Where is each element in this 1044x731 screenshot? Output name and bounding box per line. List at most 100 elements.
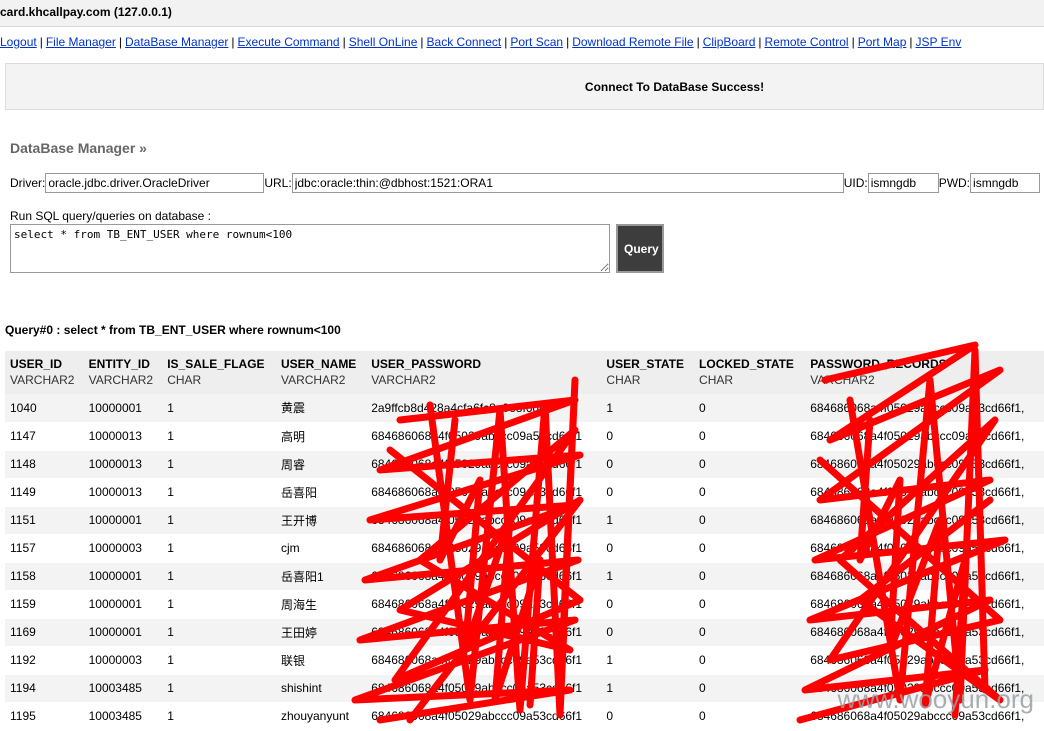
nav-link-jsp-env[interactable]: JSP Env xyxy=(916,35,962,49)
nav-link-port-map[interactable]: Port Map xyxy=(858,35,907,49)
table-cell: 684686068a4f05029abccc09a53cd66f1 xyxy=(366,506,602,535)
pwd-input[interactable] xyxy=(970,173,1041,193)
column-header: USER_NAME VARCHAR2 xyxy=(275,351,367,394)
nav-separator: | xyxy=(420,35,424,49)
table-cell: 684686068a4f05029abccc09a53cd66f1 xyxy=(366,702,602,731)
table-cell: 0 xyxy=(694,478,806,507)
table-cell: 10000013 xyxy=(83,422,163,451)
table-cell: 684686068a4f05029abccc09a53cd66f1, xyxy=(805,478,1044,507)
table-row: 1192 10000003 1 联银 684686068a4f05029abccc09a… xyxy=(5,646,1044,675)
table-cell: 1194 xyxy=(5,674,84,703)
table-cell: 1 xyxy=(601,646,695,675)
nav-separator: | xyxy=(504,35,508,49)
nav-link-port-scan[interactable]: Port Scan xyxy=(510,35,563,49)
nav-link-database-manager[interactable]: DataBase Manager xyxy=(125,35,228,49)
column-type: CHAR xyxy=(606,373,641,387)
nav-link-execute-command[interactable]: Execute Command xyxy=(238,35,340,49)
table-cell: 0 xyxy=(694,646,806,675)
table-cell: 684686068a4f05029abccc09a53cd66f1 xyxy=(366,590,602,619)
table-cell: 10000013 xyxy=(83,450,163,479)
table-cell: 684686068a4f05029abccc09a53cd66f1, xyxy=(805,646,1044,675)
table-cell: 高明 xyxy=(275,422,367,451)
table-cell: 1192 xyxy=(5,646,84,675)
uid-input[interactable] xyxy=(867,173,939,193)
query-result-title: Query#0 : select * from TB_ENT_USER wher… xyxy=(5,323,341,337)
table-cell: cjm xyxy=(275,534,367,563)
table-cell: 684686068a4f05029abccc09a53cd66f1 xyxy=(366,674,602,703)
table-cell: 684686068a4f05029abccc09a53cd66f1 xyxy=(366,422,602,451)
table-cell: zhouyanyunt xyxy=(275,702,367,731)
table-cell: 王田婷 xyxy=(275,618,367,647)
table-cell: 684686068a4f05029abccc09a53cd66f1 xyxy=(366,478,602,507)
table-header-row: USER_ID VARCHAR2 ENTITY_ID VARCHAR2 IS_SALE_… xyxy=(5,351,1044,394)
nav-separator: | xyxy=(758,35,762,49)
table-cell: 684686068a4f05029abccc09a53cd66f1, xyxy=(805,394,1044,423)
nav-separator: | xyxy=(342,35,346,49)
table-cell: 0 xyxy=(601,534,695,563)
table-cell: shishint xyxy=(275,674,367,703)
table-cell: 周海生 xyxy=(275,590,367,619)
nav-link-back-connect[interactable]: Back Connect xyxy=(427,35,502,49)
column-name: IS_SALE_FLAGE xyxy=(167,357,265,371)
table-cell: 1 xyxy=(162,478,276,507)
table-cell: 684686068a4f05029abccc09a53cd66f1, xyxy=(805,450,1044,479)
table-cell: 1 xyxy=(162,674,276,703)
nav-link-file-manager[interactable]: File Manager xyxy=(46,35,116,49)
column-type: VARCHAR2 xyxy=(88,373,154,387)
nav-link-shell-online[interactable]: Shell OnLine xyxy=(349,35,418,49)
table-row: 1157 10000003 1 cjm 684686068a4f05029abccc09… xyxy=(5,534,1044,563)
watermark: www.wooyun.org xyxy=(837,684,1034,714)
nav-link-remote-control[interactable]: Remote Control xyxy=(765,35,849,49)
table-cell: 岳喜阳 xyxy=(275,478,367,507)
table-cell: 1040 xyxy=(5,394,84,423)
column-name: PASSWORD_RECORDS xyxy=(810,357,947,371)
url-label: URL: xyxy=(264,176,292,190)
table-cell: 0 xyxy=(601,702,695,731)
nav-separator: | xyxy=(231,35,235,49)
table-cell: 1 xyxy=(601,562,695,591)
sql-query-input[interactable]: select * from TB_ENT_USER where rownum<1… xyxy=(10,224,610,273)
table-cell: 684686068a4f05029abccc09a53cd66f1 xyxy=(366,562,602,591)
table-cell: 1 xyxy=(162,534,276,563)
table-cell: 2a9ffcb8d428a4cfa6fc8e0e8f6dc8 xyxy=(366,394,602,423)
table-cell: 684686068a4f05029abccc09a53cd66f1 xyxy=(366,450,602,479)
query-button[interactable]: Query xyxy=(616,224,664,273)
table-row: 1158 10000001 1 岳喜阳1 684686068a4f05029abccc0… xyxy=(5,562,1044,591)
table-cell: 684686068a4f05029abccc09a53cd66f1 xyxy=(366,618,602,647)
table-cell: 0 xyxy=(694,702,806,731)
table-cell: 周睿 xyxy=(275,450,367,479)
table-cell: 10000003 xyxy=(83,646,163,675)
table-row: 1159 10000001 1 周海生 684686068a4f05029abccc09… xyxy=(5,590,1044,619)
table-cell: 0 xyxy=(694,422,806,451)
driver-input[interactable] xyxy=(45,173,265,193)
nav-link-download-remote-file[interactable]: Download Remote File xyxy=(572,35,693,49)
status-message: Connect To DataBase Success! xyxy=(5,63,1044,110)
column-header: PASSWORD_RECORDS VARCHAR2 xyxy=(805,351,1044,394)
table-row: 1149 10000013 1 岳喜阳 684686068a4f05029abccc09… xyxy=(5,478,1044,507)
nav-separator: | xyxy=(696,35,700,49)
table-cell: 1 xyxy=(162,506,276,535)
table-cell: 684686068a4f05029abccc09a53cd66f1, xyxy=(805,562,1044,591)
column-type: CHAR xyxy=(167,373,202,387)
table-cell: 0 xyxy=(694,394,806,423)
nav-link-logout[interactable]: Logout xyxy=(0,35,37,49)
table-cell: 1195 xyxy=(5,702,84,731)
column-header: IS_SALE_FLAGE CHAR xyxy=(162,351,276,394)
column-header: USER_PASSWORD VARCHAR2 xyxy=(366,351,602,394)
table-cell: 1147 xyxy=(5,422,84,451)
table-cell: 1 xyxy=(162,702,276,731)
url-input[interactable] xyxy=(291,173,844,193)
table-cell: 0 xyxy=(694,674,806,703)
table-cell: 1158 xyxy=(5,562,84,591)
table-cell: 1 xyxy=(601,674,695,703)
table-cell: 10000001 xyxy=(83,506,163,535)
results-table: USER_ID VARCHAR2 ENTITY_ID VARCHAR2 IS_SALE_… xyxy=(5,351,1044,731)
nav-separator: | xyxy=(566,35,570,49)
table-cell: 1169 xyxy=(5,618,84,647)
column-name: USER_ID xyxy=(10,357,63,371)
table-cell: 684686068a4f05029abccc09a53cd66f1, xyxy=(805,534,1044,563)
table-cell: 岳喜阳1 xyxy=(275,562,367,591)
nav-link-clipboard[interactable]: ClipBoard xyxy=(703,35,756,49)
table-cell: 1148 xyxy=(5,450,84,479)
table-row: 1169 10000001 1 王田婷 684686068a4f05029abccc09… xyxy=(5,618,1044,647)
